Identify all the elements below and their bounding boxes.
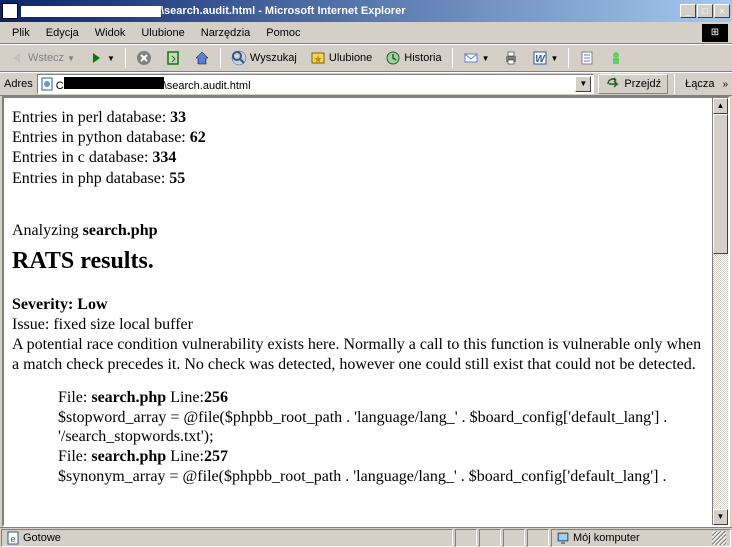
address-label: Adres — [4, 78, 33, 90]
zone-text: Mój komputer — [573, 532, 640, 544]
search-icon — [231, 50, 247, 66]
vertical-scrollbar[interactable]: ▲ ▼ — [712, 98, 728, 525]
favorites-icon — [310, 50, 326, 66]
status-pane-3 — [503, 529, 525, 547]
stop-icon — [136, 50, 152, 66]
menu-tools[interactable]: Narzędzia — [193, 25, 259, 41]
document-icon — [579, 50, 595, 66]
entry-perl: Entries in perl database: 33 — [12, 108, 704, 127]
links-label[interactable]: Łącza — [681, 78, 718, 90]
minimize-button[interactable]: _ — [680, 4, 696, 18]
results-heading: RATS results. — [12, 248, 704, 275]
menu-edit[interactable]: Edycja — [38, 25, 87, 41]
toolbar: Wstecz ▼ ▼ Wyszukaj Ulubione Historia ▼ … — [0, 44, 732, 72]
resize-grip[interactable] — [712, 531, 726, 545]
forward-button[interactable]: ▼ — [83, 47, 120, 69]
mail-icon — [463, 50, 479, 66]
entry-c: Entries in c database: 334 — [12, 148, 704, 167]
menu-view[interactable]: Widok — [87, 25, 134, 41]
menu-bar: Plik Edycja Widok Ulubione Narzędzia Pom… — [0, 22, 732, 44]
file-line-1: File: search.php Line:256 — [58, 388, 704, 407]
status-pane-4 — [527, 529, 549, 547]
forward-icon — [88, 50, 104, 66]
edit-button[interactable]: W▼ — [527, 47, 564, 69]
analyzing-line: Analyzing search.php — [12, 221, 704, 240]
window-title: \search.audit.html - Microsoft Internet … — [21, 5, 680, 17]
status-text: Gotowe — [23, 532, 61, 544]
history-icon — [385, 50, 401, 66]
ie-icon — [2, 3, 18, 19]
entry-python: Entries in python database: 62 — [12, 128, 704, 147]
mail-button[interactable]: ▼ — [458, 47, 495, 69]
messenger-button[interactable] — [603, 47, 629, 69]
code-line-2: $synonym_array = @file($phpbb_root_path … — [58, 467, 704, 486]
word-icon: W — [532, 50, 548, 66]
svg-text:e: e — [10, 534, 15, 544]
address-text: C\search.audit.html — [56, 77, 251, 92]
print-icon — [503, 50, 519, 66]
computer-icon — [556, 531, 570, 545]
address-bar: Adres C\search.audit.html ▼ Przejdź Łącz… — [0, 72, 732, 96]
refresh-button[interactable] — [160, 47, 186, 69]
go-icon — [605, 76, 621, 92]
maximize-button[interactable]: □ — [697, 4, 713, 18]
menu-favorites[interactable]: Ulubione — [133, 25, 192, 41]
page-content: Entries in perl database: 33 Entries in … — [4, 98, 712, 525]
history-button[interactable]: Historia — [380, 47, 446, 69]
page-icon — [40, 77, 54, 91]
scroll-up-button[interactable]: ▲ — [713, 98, 728, 114]
description: A potential race condition vulnerability… — [12, 335, 704, 373]
discuss-button[interactable] — [574, 47, 600, 69]
address-input[interactable]: C\search.audit.html ▼ — [37, 74, 595, 94]
address-dropdown-button[interactable]: ▼ — [575, 76, 591, 92]
close-button[interactable]: × — [714, 4, 730, 18]
content-area: Entries in perl database: 33 Entries in … — [2, 96, 730, 527]
messenger-icon — [608, 50, 624, 66]
zone-pane: Mój komputer — [551, 529, 731, 547]
refresh-icon — [165, 50, 181, 66]
issue-line: Issue: fixed size local buffer — [12, 315, 704, 334]
menu-help[interactable]: Pomoc — [258, 25, 308, 41]
severity-line: Severity: Low — [12, 295, 704, 314]
scroll-down-button[interactable]: ▼ — [713, 509, 728, 525]
code-block: File: search.php Line:256 $stopword_arra… — [58, 388, 704, 487]
ie-throbber-icon: ⊞ — [702, 24, 728, 42]
go-button[interactable]: Przejdź — [598, 74, 668, 94]
status-bar: e Gotowe Mój komputer — [0, 527, 732, 547]
entry-php: Entries in php database: 55 — [12, 169, 704, 188]
scroll-track[interactable] — [713, 114, 728, 509]
status-pane-2 — [479, 529, 501, 547]
home-button[interactable] — [189, 47, 215, 69]
favorites-button[interactable]: Ulubione — [305, 47, 377, 69]
scroll-thumb[interactable] — [713, 114, 728, 254]
stop-button[interactable] — [131, 47, 157, 69]
back-icon — [9, 50, 25, 66]
file-line-2: File: search.php Line:257 — [58, 447, 704, 466]
title-bar: \search.audit.html - Microsoft Internet … — [0, 0, 732, 22]
ie-small-icon: e — [6, 531, 20, 545]
back-button[interactable]: Wstecz ▼ — [4, 47, 80, 69]
code-line-1: $stopword_array = @file($phpbb_root_path… — [58, 408, 704, 446]
menu-file[interactable]: Plik — [4, 25, 38, 41]
status-text-pane: e Gotowe — [1, 529, 453, 547]
print-button[interactable] — [498, 47, 524, 69]
status-pane-1 — [455, 529, 477, 547]
search-button[interactable]: Wyszukaj — [226, 47, 302, 69]
home-icon — [194, 50, 210, 66]
chevron-icon[interactable]: » — [722, 79, 728, 90]
svg-text:W: W — [535, 54, 546, 65]
